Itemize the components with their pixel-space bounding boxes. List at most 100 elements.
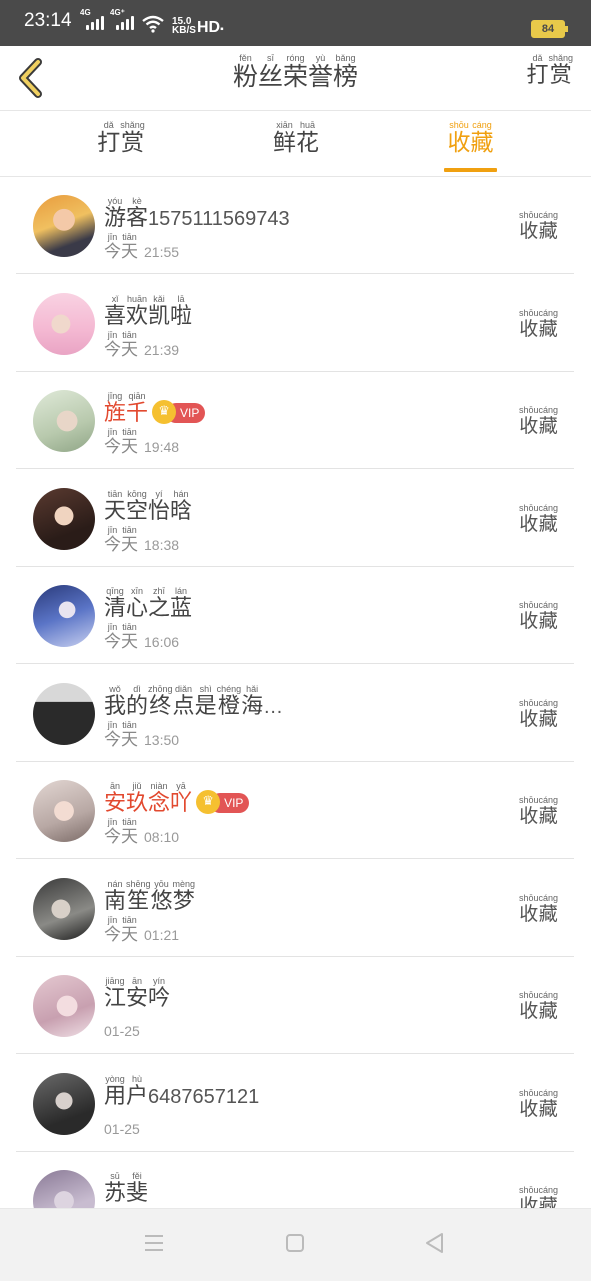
signal-icon-2: 4G⁺ [110, 8, 138, 32]
name-pinyin: ān [104, 781, 127, 791]
tab-favorites[interactable]: 收shōu藏cáng [444, 120, 497, 176]
avatar[interactable] [33, 487, 95, 550]
crown-icon: ♛ [196, 789, 221, 814]
list-item[interactable]: 南nán笙shēng悠yōu梦mèng 今jīn天tiān01:21 收shōu藏c… [16, 860, 574, 957]
day-label: 今jīn天tiān [104, 329, 138, 360]
name-pinyin: kǎi [148, 293, 171, 304]
name-char: 千qiān [126, 391, 149, 426]
avatar[interactable] [33, 682, 95, 745]
name-char: 天tiān [104, 488, 127, 524]
name-char: 点diǎn [172, 683, 195, 719]
name-pinyin: yòng [104, 1073, 126, 1084]
back-triangle-icon[interactable] [423, 1231, 453, 1261]
title-char: 粉fěn [232, 53, 258, 91]
name-pinyin: jiǔ [126, 781, 149, 791]
name-char: 喜xǐ [104, 293, 127, 329]
name-char: 户hù [126, 1073, 149, 1109]
favorite-time: 今jīn天tiān 16:06 [104, 622, 179, 652]
day-label: 今jīn天tiān [104, 817, 138, 847]
tab-label-char: 鲜xiān [273, 120, 296, 156]
day-pinyin: tiān [121, 329, 138, 340]
name-pinyin: diǎn [172, 683, 195, 694]
avatar[interactable] [33, 780, 95, 842]
day-char: 天tiān [121, 329, 138, 360]
reward-pinyin: shǎng [548, 53, 573, 63]
tab-flowers[interactable]: 鲜xiān花huā [270, 120, 322, 176]
avatar[interactable] [33, 195, 95, 257]
favorite-action-label: 收shōu藏cáng [518, 210, 558, 243]
action-pinyin: cáng [538, 1185, 558, 1195]
action-char: 藏cáng [538, 1087, 558, 1120]
wifi-icon [141, 15, 165, 37]
user-name: 用yòng户hù6487657121 [104, 1073, 259, 1110]
tab-reward[interactable]: 打dǎ赏shǎng [95, 120, 147, 176]
menu-icon[interactable] [142, 1231, 172, 1261]
action-pinyin: cáng [538, 405, 558, 415]
action-pinyin: cáng [538, 990, 558, 1000]
name-char: 梦mèng [172, 878, 196, 914]
user-name: 江jiāng安ān吟yín [104, 976, 171, 1012]
name-pinyin: sū [104, 1171, 127, 1181]
list-item[interactable]: 我wǒ的dì终zhōng点diǎn是shì橙chéng海hǎi… 今jīn天tiā… [16, 665, 574, 762]
favorite-action-label: 收shōu藏cáng [519, 795, 558, 828]
name-pinyin: tiān [104, 488, 127, 499]
name-char: 吟yín [148, 976, 171, 1011]
name-char: 心xīn [126, 586, 149, 621]
day-label: 今jīn天tiān [104, 720, 138, 750]
battery-level: 84 [541, 23, 555, 35]
name-char: 用yòng [104, 1073, 127, 1109]
name-pinyin: kè [126, 196, 149, 206]
name-pinyin: jiāng [104, 976, 127, 986]
tab-bar: 打dǎ赏shǎng 鲜xiān花huā 收shōu藏cáng [0, 111, 591, 177]
avatar[interactable] [33, 585, 95, 647]
name-pinyin: huān [126, 293, 149, 304]
list-item[interactable]: 安ān玖jiǔ念niàn吖yā ♛ VIP 今jīn天tiān08:10 收shōu藏c… [16, 762, 574, 859]
day-char: 今jīn [104, 232, 121, 262]
favorite-action-label: 收shōu藏cáng [519, 990, 558, 1023]
name-pinyin: zhī [148, 586, 171, 596]
tab-label-pinyin: shǎng [120, 120, 145, 130]
user-name: 清qīng心xīn之zhī蓝lán [104, 586, 192, 622]
home-icon[interactable] [283, 1231, 313, 1261]
list-item[interactable]: 喜xǐ欢huān凯kǎi啦lā 今jīn天tiān21:39 收shōu藏cáng [16, 275, 574, 372]
name-pinyin: wǒ [104, 683, 127, 694]
list-item[interactable]: 旌jīng千qiān ♛ VIP 今jīn天tiān19:48 收shōu藏cáng [16, 372, 574, 469]
action-char: 藏cáng [538, 502, 558, 535]
action-pinyin: shōu [518, 210, 539, 220]
vip-badge: ♛ VIP [152, 399, 206, 424]
avatar[interactable] [33, 1072, 95, 1135]
favorite-action-label: 收shōu藏cáng [519, 502, 558, 536]
action-pinyin: cáng [538, 307, 558, 318]
name-char: 笙shēng [126, 878, 151, 914]
name-text: 苏sū斐fěi [104, 1171, 148, 1206]
vip-badge: ♛ VIP [196, 789, 250, 814]
action-pinyin: cáng [538, 600, 558, 610]
name-text: 我wǒ的dì终zhōng点diǎn是shì橙chéng海hǎi [104, 683, 263, 719]
list-item[interactable]: 用yòng户hù6487657121 01-25 收shōu藏cáng [16, 1055, 574, 1152]
avatar[interactable] [33, 975, 95, 1037]
name-char: 苏sū [104, 1171, 127, 1206]
name-char: 是shì [194, 683, 217, 719]
action-char: 藏cáng [538, 990, 558, 1022]
day-pinyin: tiān [121, 524, 138, 535]
list-item[interactable]: 游yóu客kè1575111569743 今jīn天tiān21:55 收shōu藏… [16, 177, 574, 274]
day-pinyin: jīn [104, 232, 121, 242]
name-char: 我wǒ [104, 683, 127, 719]
time-text: 01:21 [144, 926, 180, 943]
action-pinyin: shōu [518, 697, 539, 708]
tab-label-pinyin: cáng [470, 120, 494, 130]
tab-label-pinyin: huā [296, 120, 319, 130]
avatar[interactable] [33, 292, 95, 355]
reward-button[interactable]: 打dǎ赏shǎng [526, 53, 573, 89]
avatar[interactable] [33, 390, 95, 452]
day-label: 今jīn天tiān [104, 232, 138, 262]
action-char: 藏cáng [538, 210, 558, 242]
user-name: 喜xǐ欢huān凯kǎi啦lā [104, 293, 192, 330]
avatar[interactable] [33, 877, 95, 940]
user-name: 苏sū斐fěi [104, 1171, 148, 1207]
list-item[interactable]: 清qīng心xīn之zhī蓝lán 今jīn天tiān16:06 收shōu藏cán… [16, 567, 574, 664]
date-text: 01-25 [104, 1120, 140, 1137]
list-item[interactable]: 天tiān空kōng怡yí晗hán 今jīn天tiān18:38 收shōu藏cán… [16, 470, 574, 567]
list-item[interactable]: 江jiāng安ān吟yín 01-25 收shōu藏cáng [16, 957, 574, 1054]
name-char: 玖jiǔ [126, 781, 149, 816]
